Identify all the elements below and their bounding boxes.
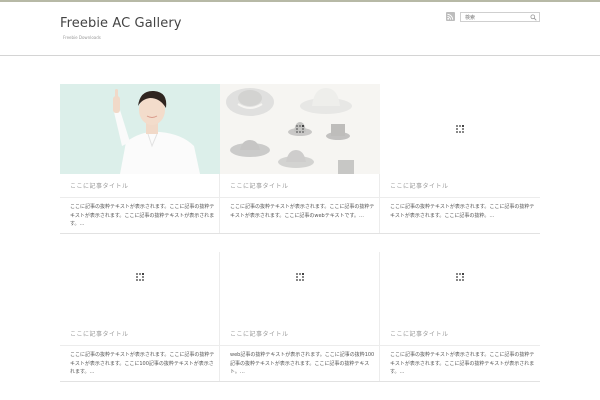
search-box	[460, 12, 540, 22]
post-title[interactable]: ここに記事タイトル	[70, 181, 129, 190]
post-card[interactable]: ここに記事タイトル ここに記事の抜粋テキストが表示されます。ここに記事の抜粋テキ…	[60, 232, 220, 382]
post-excerpt: ここに記事の抜粋テキストが表示されます。ここに記事の抜粋テキストが表示されます。…	[390, 204, 535, 219]
divider	[220, 197, 380, 198]
post-thumbnail-nurse[interactable]	[60, 84, 220, 174]
post-card[interactable]: ここに記事タイトル ここに記事の抜粋テキストが表示されます。ここに記事の抜粋テキ…	[380, 232, 540, 382]
divider	[60, 381, 220, 382]
post-excerpt: ここに記事の抜粋テキストが表示されます。ここに記事の抜粋テキストが表示されます。…	[70, 352, 215, 375]
post-thumbnail-hats[interactable]	[220, 84, 380, 174]
post-title[interactable]: ここに記事タイトル	[390, 181, 449, 190]
search-input[interactable]	[465, 14, 525, 21]
post-thumbnail[interactable]	[380, 232, 540, 322]
site-header: Freebie AC Gallery Freebie Downloads	[0, 2, 600, 56]
rss-icon[interactable]	[446, 12, 455, 21]
site-tagline: Freebie Downloads	[63, 35, 101, 40]
post-thumbnail[interactable]	[60, 232, 220, 322]
loading-icon	[456, 125, 464, 133]
loading-icon	[456, 273, 464, 281]
post-title[interactable]: ここに記事タイトル	[230, 181, 289, 190]
loading-icon	[296, 125, 304, 133]
post-thumbnail[interactable]	[220, 232, 380, 322]
post-title[interactable]: ここに記事タイトル	[70, 329, 129, 338]
divider	[380, 381, 540, 382]
divider	[220, 345, 380, 346]
post-card[interactable]: ここに記事タイトル ここに記事の抜粋テキストが表示されます。ここに記事の抜粋テキ…	[220, 84, 380, 234]
loading-icon	[296, 273, 304, 281]
post-title[interactable]: ここに記事タイトル	[230, 329, 289, 338]
post-thumbnail[interactable]	[380, 84, 540, 174]
loading-icon	[136, 273, 144, 281]
post-excerpt: ここに記事の抜粋テキストが表示されます。ここに記事の抜粋テキストが表示されます。…	[390, 352, 535, 375]
search-icon[interactable]	[530, 14, 537, 21]
post-card[interactable]: ここに記事タイトル ここに記事の抜粋テキストが表示されます。ここに記事の抜粋テキ…	[380, 84, 540, 234]
divider	[60, 197, 220, 198]
post-excerpt: ここに記事の抜粋テキストが表示されます。ここに記事の抜粋テキストが表示されます。…	[70, 204, 215, 227]
divider	[380, 345, 540, 346]
post-excerpt: web記事の抜粋テキストが表示されます。ここに記事の抜粋100記事の抜粋テキスト…	[230, 352, 375, 375]
site-title[interactable]: Freebie AC Gallery	[60, 16, 182, 31]
post-excerpt: ここに記事の抜粋テキストが表示されます。ここに記事の抜粋テキストが表示されます。…	[230, 204, 375, 219]
divider	[380, 197, 540, 198]
post-card[interactable]: ここに記事タイトル web記事の抜粋テキストが表示されます。ここに記事の抜粋10…	[220, 232, 380, 382]
divider	[220, 381, 380, 382]
post-title[interactable]: ここに記事タイトル	[390, 329, 449, 338]
divider	[60, 345, 220, 346]
post-card[interactable]: ここに記事タイトル ここに記事の抜粋テキストが表示されます。ここに記事の抜粋テキ…	[60, 84, 220, 234]
